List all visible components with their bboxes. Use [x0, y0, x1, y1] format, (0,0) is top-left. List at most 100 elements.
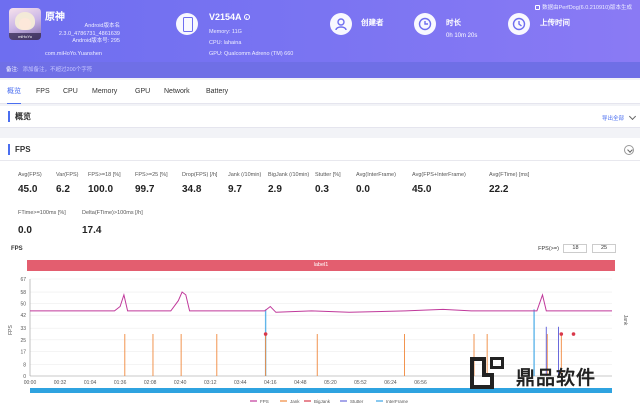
metric-value: 17.4 [82, 225, 102, 236]
y-tick-label: 8 [23, 362, 26, 368]
fps-threshold-high-input[interactable]: 25 [592, 244, 616, 253]
watermark-logo: 鼎品软件 [464, 353, 634, 393]
tab-gpu[interactable]: GPU [135, 80, 150, 104]
device-memory: Memory: 11G [209, 29, 242, 35]
metric-value: 22.2 [489, 184, 509, 195]
x-tick-label: 01:04 [84, 380, 97, 386]
bigjank-marker [571, 332, 576, 336]
x-tick-label: 00:00 [24, 380, 37, 386]
note-bar: 备注: 添加备注，不超过200个字符 [0, 62, 640, 78]
fps-metric: Avg(FPS+InterFrame) 45.0 [412, 172, 466, 195]
metric-value: 34.8 [182, 184, 202, 195]
chevron-down-icon[interactable] [628, 112, 637, 121]
y-tick-label: 17 [20, 349, 26, 355]
tab-battery[interactable]: Battery [206, 80, 228, 104]
x-tick-label: 01:36 [114, 380, 127, 386]
y-tick-label: 25 [20, 338, 26, 344]
y2-axis-label: Jank [622, 315, 628, 326]
metric-label: Avg(InterFrame) [356, 172, 396, 178]
divider [0, 160, 640, 161]
y-tick-label: 50 [20, 302, 26, 308]
fps-metric: Stutter [%] 0.3 [315, 172, 341, 195]
metric-value: 0.3 [315, 184, 329, 195]
fps-series-line [30, 291, 612, 313]
legend-label: BigJank [314, 399, 331, 404]
metric-label: Delta(FTime)>100ms [/h] [82, 210, 143, 216]
x-tick-label: 04:16 [264, 380, 277, 386]
x-tick-label: 04:48 [294, 380, 307, 386]
metric-value: 9.7 [228, 184, 242, 195]
duration-value: 0h 10m 20s [446, 33, 478, 39]
legend-label: FPS [260, 399, 269, 404]
fps-metric: FTime>=100ms [%] 0.0 [18, 210, 66, 236]
app-version-info: Android版本名 2.3.0_4786731_4861639 Android… [45, 23, 120, 46]
device-name-text: V2154A [209, 12, 242, 22]
info-icon: i [243, 14, 250, 20]
fps-metric: FPS>=25 [%] 99.7 [135, 172, 168, 195]
metric-label: Stutter [%] [315, 172, 341, 178]
app-icon-tag: miHoYo [9, 33, 41, 40]
device-name: V2154A i [209, 12, 250, 22]
y-tick-label: 58 [20, 290, 26, 296]
metric-value: 45.0 [18, 184, 38, 195]
x-tick-label: 03:12 [204, 380, 217, 386]
generator-info: 数据由PerfDog(6.0.210910)版本生成 [535, 3, 632, 11]
fps-metric: Avg(FTime) [ms] 22.2 [489, 172, 529, 195]
tab-memory[interactable]: Memory [92, 80, 117, 104]
fps-metric: Var(FPS) 6.2 [56, 172, 79, 195]
tab-overview[interactable]: 概览 [7, 80, 21, 104]
x-tick-label: 02:40 [174, 380, 187, 386]
x-tick-label: 06:56 [414, 380, 427, 386]
metric-label: Jank (/10min) [228, 172, 262, 178]
metric-label: BigJank (/10min) [268, 172, 310, 178]
metric-value: 2.9 [268, 184, 282, 195]
collapse-button[interactable] [624, 145, 634, 155]
x-tick-label: 03:44 [234, 380, 247, 386]
fps-filter-label: FPS(>=) [538, 245, 559, 252]
metric-value: 45.0 [412, 184, 432, 195]
tab-cpu[interactable]: CPU [63, 80, 78, 104]
y-tick-label: 42 [20, 313, 26, 319]
legend-label: InterFrame [386, 399, 409, 404]
android-version-label: Android版本名 [84, 23, 120, 29]
fps-metric: FPS>=18 [%] 100.0 [88, 172, 121, 195]
metric-label: Avg(FTime) [ms] [489, 172, 530, 178]
phone-icon [176, 13, 198, 35]
overview-title: 概览 [8, 111, 31, 122]
y-tick-label: 33 [20, 326, 26, 332]
metric-value: 6.2 [56, 184, 70, 195]
x-tick-label: 05:52 [354, 380, 367, 386]
metric-value: 99.7 [135, 184, 155, 195]
note-label: 备注: [6, 67, 19, 73]
fps-metric: Delta(FTime)>100ms [/h] 17.4 [82, 210, 143, 236]
app-name: 原神 [45, 12, 65, 23]
upload-time-icon [508, 13, 530, 35]
metric-label: Avg(FPS) [18, 172, 42, 178]
legend-label: Stutter [350, 399, 364, 404]
note-input[interactable]: 添加备注，不超过200个字符 [23, 67, 93, 73]
fps-metric: Jank (/10min) 9.7 [228, 172, 261, 195]
tab-fps[interactable]: FPS [36, 80, 50, 104]
legend-label: Jank [290, 399, 300, 404]
metric-label: FTime>=100ms [%] [18, 210, 66, 216]
duration-label: 时长 [446, 18, 461, 27]
fps-threshold-low-input[interactable]: 18 [563, 244, 588, 253]
user-icon [330, 13, 352, 35]
report-header: miHoYo 原神 Android版本名 2.3.0_4786731_48616… [0, 0, 640, 62]
metric-value: 100.0 [88, 184, 114, 195]
metric-value: 0.0 [356, 184, 370, 195]
fps-title: FPS [8, 144, 31, 155]
label-bar[interactable]: label1 [27, 260, 615, 271]
export-all-link[interactable]: 导出全部 [602, 114, 624, 122]
fps-metric: Avg(InterFrame) 0.0 [356, 172, 396, 195]
app-icon: miHoYo [9, 8, 41, 40]
device-gpu: GPU: Qualcomm Adreno (TM) 660 [209, 51, 294, 57]
checkbox-icon[interactable] [535, 5, 541, 10]
device-specs: Memory: 11G CPU: lahaina GPU: Qualcomm A… [209, 27, 293, 60]
generator-text: 数据由PerfDog(6.0.210910)版本生成 [542, 5, 632, 11]
metric-label: Drop(FPS) [/h] [182, 172, 218, 178]
metric-label: Avg(FPS+InterFrame) [412, 172, 466, 178]
y-axis-label: FPS [8, 324, 14, 334]
fps-metric: Avg(FPS) 45.0 [18, 172, 42, 195]
tab-network[interactable]: Network [164, 80, 190, 104]
